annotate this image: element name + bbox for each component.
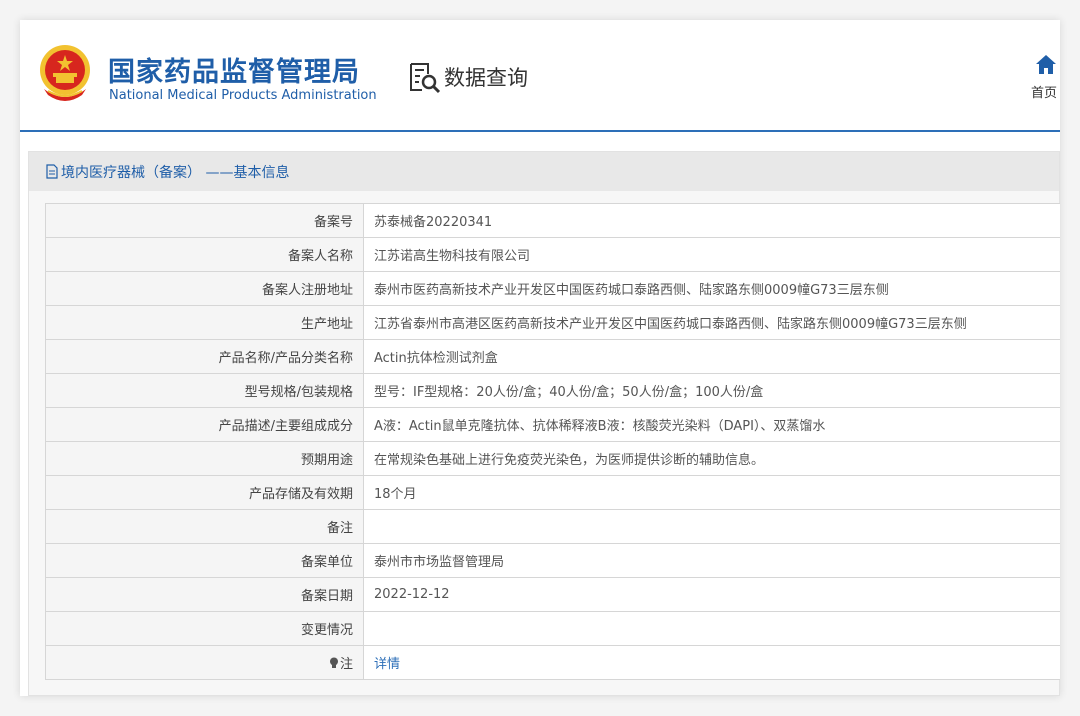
row-value: 江苏省泰州市高港区医药高新技术产业开发区中国医药城口泰路西侧、陆家路东侧0009… bbox=[363, 305, 1060, 340]
row-label: 预期用途 bbox=[45, 441, 364, 476]
table-row: 变更情况 bbox=[45, 611, 1060, 646]
row-value: 在常规染色基础上进行免疫荧光染色，为医师提供诊断的辅助信息。 bbox=[363, 441, 1060, 476]
table-row: 备注 bbox=[45, 509, 1060, 544]
note-label-cell: 注 bbox=[45, 645, 364, 680]
row-label: 型号规格/包装规格 bbox=[45, 373, 364, 408]
table-row: 产品名称/产品分类名称 Actin抗体检测试剂盒 bbox=[45, 339, 1060, 374]
document-icon bbox=[46, 164, 58, 179]
panel-title: 境内医疗器械（备案） ——基本信息 bbox=[29, 152, 1059, 191]
panel-title-text: 境内医疗器械（备案） ——基本信息 bbox=[61, 164, 290, 181]
data-query-label: 数据查询 bbox=[444, 66, 528, 90]
row-label: 备案人名称 bbox=[45, 237, 364, 272]
details-link[interactable]: 详情 bbox=[374, 657, 400, 672]
row-value: A液：Actin鼠单克隆抗体、抗体稀释液B液：核酸荧光染料（DAPI）、双蒸馏水 bbox=[363, 407, 1060, 442]
table-row-note: 注 详情 bbox=[45, 645, 1060, 680]
row-label: 备案单位 bbox=[45, 543, 364, 578]
org-name-cn: 国家药品监督管理局 bbox=[108, 57, 360, 88]
home-label: 首页 bbox=[1031, 86, 1058, 101]
home-icon bbox=[1036, 55, 1056, 74]
home-link[interactable]: 首页 bbox=[1026, 54, 1060, 101]
row-label: 生产地址 bbox=[45, 305, 364, 340]
data-query-link[interactable]: 数据查询 bbox=[408, 60, 528, 94]
info-panel: 境内医疗器械（备案） ——基本信息 备案号 苏泰械备20220341 备案人名称… bbox=[28, 151, 1060, 696]
lightbulb-icon bbox=[329, 657, 338, 668]
row-value bbox=[363, 611, 1060, 646]
row-value: 2022-12-12 bbox=[363, 577, 1060, 612]
table-row: 备案单位 泰州市市场监督管理局 bbox=[45, 543, 1060, 578]
note-value-cell: 详情 bbox=[363, 645, 1060, 680]
table-row: 备案人注册地址 泰州市医药高新技术产业开发区中国医药城口泰路西侧、陆家路东侧00… bbox=[45, 271, 1060, 306]
table-row: 预期用途 在常规染色基础上进行免疫荧光染色，为医师提供诊断的辅助信息。 bbox=[45, 441, 1060, 476]
row-value: 泰州市医药高新技术产业开发区中国医药城口泰路西侧、陆家路东侧0009幢G73三层… bbox=[363, 271, 1060, 306]
table-row: 备案日期 2022-12-12 bbox=[45, 577, 1060, 612]
row-value: 型号：IF型规格：20人份/盒；40人份/盒；50人份/盒；100人份/盒 bbox=[363, 373, 1060, 408]
table-row: 备案人名称 江苏诺高生物科技有限公司 bbox=[45, 237, 1060, 272]
row-value: 泰州市市场监督管理局 bbox=[363, 543, 1060, 578]
row-label: 产品存储及有效期 bbox=[45, 475, 364, 510]
row-label: 备案号 bbox=[45, 203, 364, 238]
row-label: 备案人注册地址 bbox=[45, 271, 364, 306]
site-header: 国家药品监督管理局 National Medical Products Admi… bbox=[20, 20, 1060, 132]
document-search-icon bbox=[410, 63, 441, 94]
row-value bbox=[363, 509, 1060, 544]
table-row: 型号规格/包装规格 型号：IF型规格：20人份/盒；40人份/盒；50人份/盒；… bbox=[45, 373, 1060, 408]
table-row: 产品描述/主要组成成分 A液：Actin鼠单克隆抗体、抗体稀释液B液：核酸荧光染… bbox=[45, 407, 1060, 442]
row-label: 产品描述/主要组成成分 bbox=[45, 407, 364, 442]
row-value: Actin抗体检测试剂盒 bbox=[363, 339, 1060, 374]
row-value: 苏泰械备20220341 bbox=[363, 203, 1060, 238]
note-label: 注 bbox=[339, 657, 353, 672]
row-value: 18个月 bbox=[363, 475, 1060, 510]
org-name-en: National Medical Products Administration bbox=[109, 88, 377, 103]
row-label: 备注 bbox=[45, 509, 364, 544]
row-label: 产品名称/产品分类名称 bbox=[45, 339, 364, 374]
row-label: 备案日期 bbox=[45, 577, 364, 612]
national-emblem-icon bbox=[40, 45, 90, 101]
row-label: 变更情况 bbox=[45, 611, 364, 646]
row-value: 江苏诺高生物科技有限公司 bbox=[363, 237, 1060, 272]
table-row: 生产地址 江苏省泰州市高港区医药高新技术产业开发区中国医药城口泰路西侧、陆家路东… bbox=[45, 305, 1060, 340]
table-row: 备案号 苏泰械备20220341 bbox=[45, 203, 1060, 238]
page: 国家药品监督管理局 National Medical Products Admi… bbox=[20, 20, 1060, 696]
basic-info-table: 备案号 苏泰械备20220341 备案人名称 江苏诺高生物科技有限公司 备案人注… bbox=[45, 203, 1060, 680]
table-row: 产品存储及有效期 18个月 bbox=[45, 475, 1060, 510]
